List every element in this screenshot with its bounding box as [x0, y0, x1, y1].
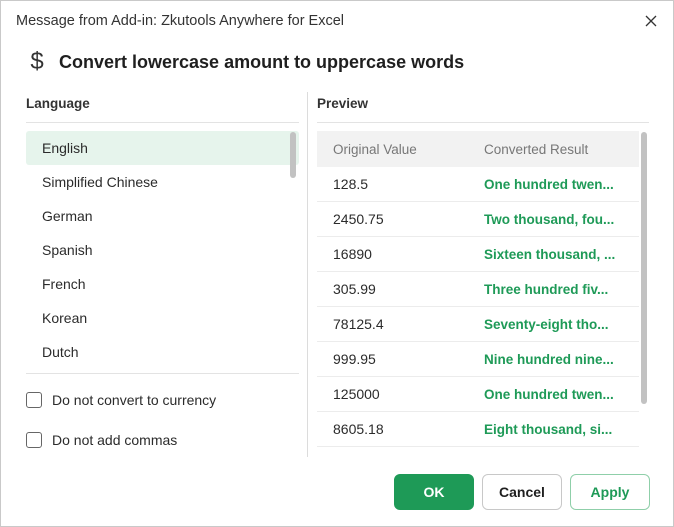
no-commas-checkbox[interactable] — [26, 432, 42, 448]
original-value-cell: 78125.4 — [333, 316, 384, 332]
dialog-header: $ Convert lowercase amount to uppercase … — [27, 47, 464, 77]
table-row: 8605.18 Eight thousand, si... — [317, 412, 639, 447]
apply-button[interactable]: Apply — [570, 474, 650, 510]
page-title: Convert lowercase amount to uppercase wo… — [59, 51, 465, 72]
language-item-english[interactable]: English — [26, 131, 299, 165]
original-value-cell: 128.5 — [333, 176, 369, 192]
preview-section-label: Preview — [317, 96, 369, 111]
table-row: 128.5 One hundred twen... — [317, 167, 639, 202]
table-row: 2450.75 Two thousand, fou... — [317, 202, 639, 237]
table-row: 999.95 Nine hundred nine... — [317, 342, 639, 377]
original-value-cell: 16890 — [333, 246, 372, 262]
converted-result-cell: Sixteen thousand, ... — [484, 246, 616, 262]
window-title: Message from Add-in: Zkutools Anywhere f… — [16, 13, 345, 29]
language-item-spanish[interactable]: Spanish — [26, 233, 299, 267]
no-currency-option[interactable]: Do not convert to currency — [26, 392, 216, 408]
language-item-french[interactable]: French — [26, 267, 299, 301]
preview-divider-top — [317, 122, 649, 123]
converted-result-cell: Eight thousand, si... — [484, 421, 613, 437]
table-row: 78125.4 Seventy-eight tho... — [317, 307, 639, 342]
no-currency-label: Do not convert to currency — [52, 392, 217, 408]
column-header-original: Original Value — [333, 141, 417, 157]
language-item-dutch[interactable]: Dutch — [26, 335, 299, 369]
no-commas-label: Do not add commas — [52, 432, 178, 448]
original-value-cell: 999.95 — [333, 351, 376, 367]
converted-result-cell: Seventy-eight tho... — [484, 316, 609, 332]
language-list-scrollbar[interactable] — [290, 132, 296, 178]
close-icon — [645, 15, 657, 27]
no-commas-option[interactable]: Do not add commas — [26, 432, 177, 448]
table-row: 125000 One hundred twen... — [317, 377, 639, 412]
preview-table-header: Original Value Converted Result — [317, 131, 639, 167]
original-value-cell: 305.99 — [333, 281, 376, 297]
language-item-korean[interactable]: Korean — [26, 301, 299, 335]
title-bar: Message from Add-in: Zkutools Anywhere f… — [1, 1, 673, 41]
language-divider-top — [26, 122, 299, 123]
close-button[interactable] — [639, 9, 663, 33]
preview-table-scrollbar[interactable] — [641, 132, 647, 404]
language-item-german[interactable]: German — [26, 199, 299, 233]
converted-result-cell: One hundred twen... — [484, 386, 614, 402]
original-value-cell: 2450.75 — [333, 211, 384, 227]
table-row: 305.99 Three hundred fiv... — [317, 272, 639, 307]
cancel-button[interactable]: Cancel — [482, 474, 562, 510]
converted-result-cell: One hundred twen... — [484, 176, 614, 192]
table-row: 16890 Sixteen thousand, ... — [317, 237, 639, 272]
dollar-icon: $ — [30, 48, 44, 75]
converted-result-cell: Nine hundred nine... — [484, 351, 614, 367]
original-value-cell: 125000 — [333, 386, 380, 402]
converted-result-cell: Three hundred fiv... — [484, 281, 609, 297]
original-value-cell: 8605.18 — [333, 421, 384, 437]
dialog-window: Message from Add-in: Zkutools Anywhere f… — [0, 0, 674, 527]
preview-table: Original Value Converted Result 128.5 On… — [317, 131, 639, 449]
ok-button[interactable]: OK — [394, 474, 474, 510]
panel-divider — [307, 92, 308, 457]
no-currency-checkbox[interactable] — [26, 392, 42, 408]
language-section-label: Language — [26, 96, 90, 111]
column-header-converted: Converted Result — [484, 141, 589, 157]
language-divider-bottom — [26, 373, 299, 374]
language-item-simplified-chinese[interactable]: Simplified Chinese — [26, 165, 299, 199]
converted-result-cell: Two thousand, fou... — [484, 211, 615, 227]
language-list[interactable]: English Simplified Chinese German Spanis… — [26, 131, 299, 369]
